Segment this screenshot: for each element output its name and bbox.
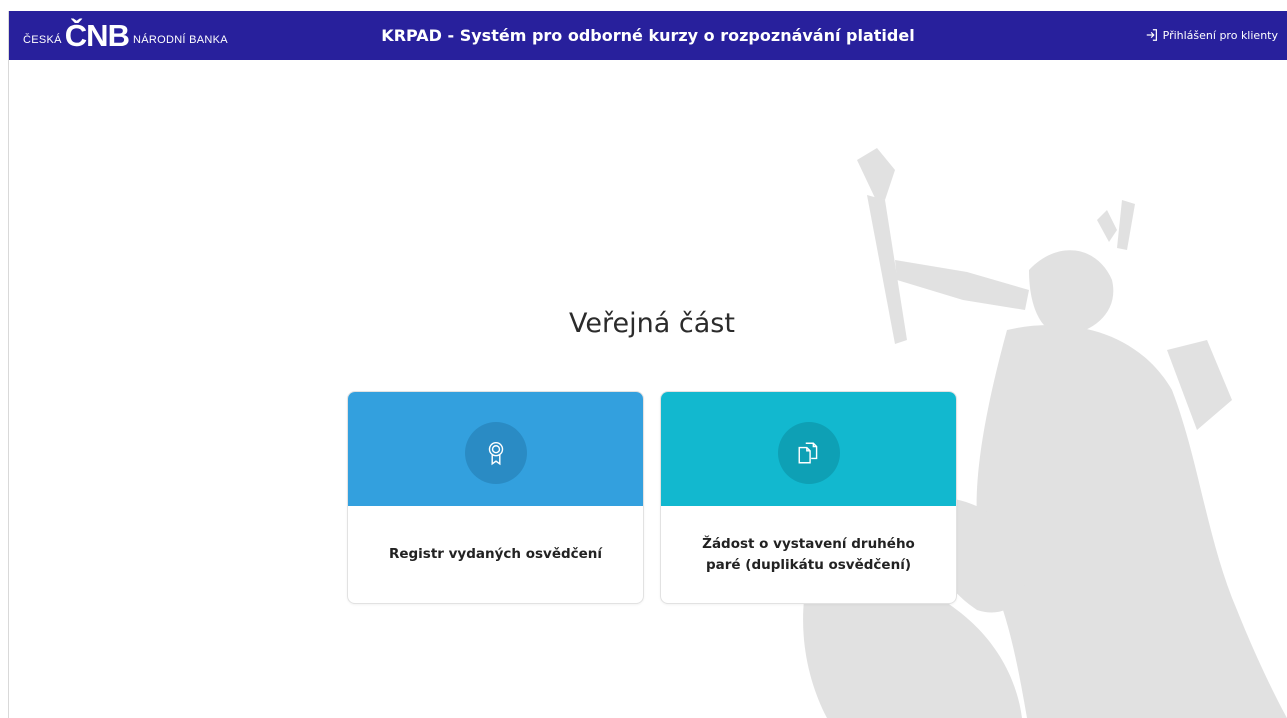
award-icon bbox=[488, 442, 503, 466]
duplicate-icon-circle bbox=[777, 422, 840, 484]
client-login-label: Přihlášení pro klienty bbox=[1162, 28, 1278, 42]
registry-card-label: Registr vydaných osvědčení bbox=[388, 546, 603, 562]
login-icon bbox=[1146, 29, 1157, 41]
client-login-link[interactable]: Přihlášení pro klienty bbox=[1145, 28, 1278, 42]
duplicate-card-label: Žádost o vystavení druhého paré (dupliká… bbox=[702, 535, 915, 573]
registry-card[interactable]: Registr vydaných osvědčení bbox=[347, 391, 644, 604]
page-title: Veřejná část bbox=[569, 308, 735, 339]
logo-mark: ČNB bbox=[64, 18, 130, 53]
copy-document-icon bbox=[798, 442, 817, 464]
window-top-strip bbox=[0, 0, 1287, 11]
duplicate-request-card[interactable]: Žádost o vystavení druhého paré (dupliká… bbox=[660, 391, 957, 604]
top-navbar: ČESKÁ ČNB NÁRODNÍ BANKA KRPAD - Systém p… bbox=[9, 11, 1287, 60]
logo-text-right: NÁRODNÍ BANKA bbox=[132, 34, 228, 46]
logo-text-left: ČESKÁ bbox=[23, 34, 62, 46]
registry-icon-circle bbox=[464, 422, 527, 484]
duplicate-card-banner bbox=[661, 392, 956, 506]
page-left-border bbox=[8, 11, 9, 718]
cnb-logo[interactable]: ČESKÁ ČNB NÁRODNÍ BANKA bbox=[23, 19, 228, 53]
registry-card-banner bbox=[348, 392, 643, 506]
